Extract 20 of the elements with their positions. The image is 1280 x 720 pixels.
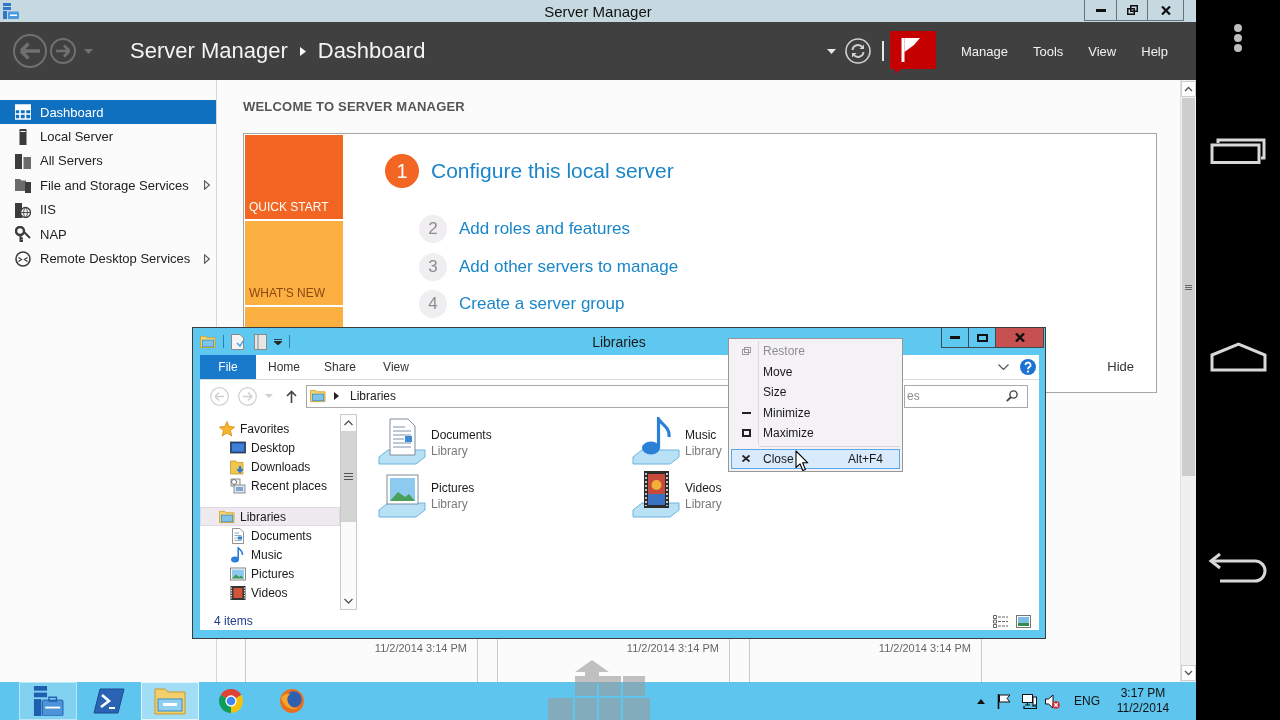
item-name: Pictures — [431, 480, 475, 496]
timestamp: 11/2/2014 3:14 PM — [374, 642, 467, 654]
item-name: Documents — [431, 427, 492, 443]
item-name: Music — [685, 427, 718, 443]
window-title: Libraries — [592, 333, 646, 350]
timestamp: 11/2/2014 3:14 PM — [626, 642, 719, 654]
step-number: 3 — [419, 252, 447, 281]
timestamp: 11/2/2014 3:14 PM — [878, 642, 971, 654]
window-title: Server Manager — [544, 2, 652, 20]
item-type: Library — [431, 443, 469, 459]
section-heading: WELCOME TO SERVER MANAGER — [243, 99, 466, 114]
item-type: Library — [431, 496, 469, 512]
item-type: Library — [685, 443, 722, 459]
item-count: 4 items — [214, 614, 253, 628]
step-number: 4 — [419, 290, 447, 318]
step-number: 2 — [419, 215, 447, 243]
item-type: Library — [685, 496, 722, 512]
breadcrumb-current: Dashboard — [317, 38, 426, 64]
item-name: Videos — [685, 480, 722, 496]
step-number: 1 — [385, 154, 419, 188]
